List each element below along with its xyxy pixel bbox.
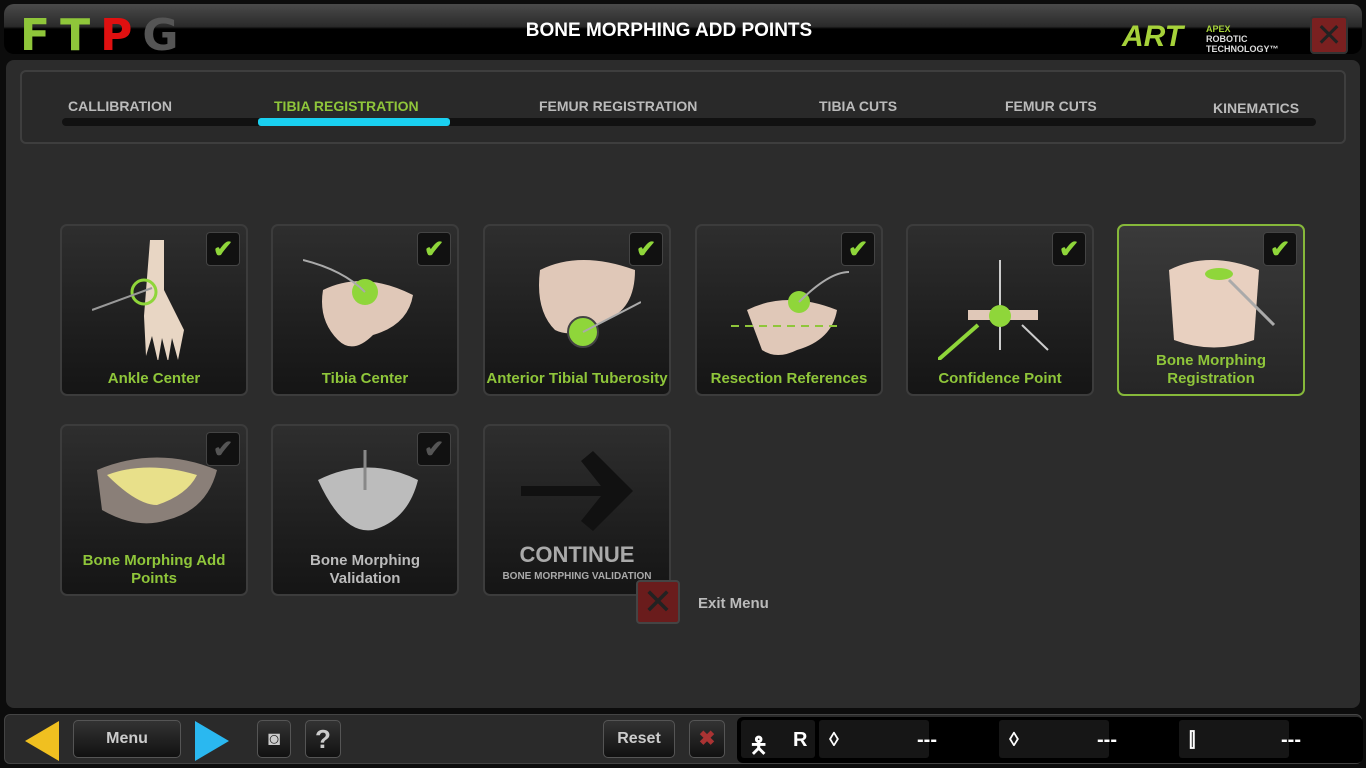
checkmark-icon: ✔ <box>1263 232 1297 266</box>
tab-callibration[interactable]: CALLIBRATION <box>68 98 172 114</box>
card-label: Bone Morphing Registration <box>1156 352 1266 387</box>
card-bone-morphing-add-points[interactable]: ✔ Bone Morphing Add Points <box>60 424 248 596</box>
checkmark-icon: ✔ <box>206 432 240 466</box>
checkmark-icon: ✔ <box>417 432 451 466</box>
arrow-right-icon <box>521 451 633 531</box>
knee-icon: ◊ <box>829 729 839 751</box>
femur-value: --- <box>1097 729 1117 751</box>
checkmark-icon: ✔ <box>206 232 240 266</box>
card-label: Bone Morphing Add Points <box>82 552 226 587</box>
card-bone-morphing-registration[interactable]: ✔ Bone Morphing Registration <box>1117 224 1305 396</box>
tracker-status-button[interactable]: ✖ <box>689 720 725 758</box>
menu-button[interactable]: Menu <box>73 720 181 758</box>
continue-button[interactable]: CONTINUE BONE MORPHING VALIDATION <box>483 424 671 596</box>
tab-femur-cuts[interactable]: FEMUR CUTS <box>1005 98 1097 114</box>
card-label: Resection References <box>710 370 868 387</box>
bone-add-points-icon <box>97 457 217 524</box>
card-bone-morphing-validation[interactable]: ✔ Bone Morphing Validation <box>271 424 459 596</box>
status-panel: 🯅 R ◊ --- ◊ --- ⫿ --- <box>737 717 1363 763</box>
back-arrow-icon[interactable] <box>25 721 61 761</box>
tibia-bone-icon <box>303 259 413 347</box>
ruler-probe-icon: ⫿ <box>1189 729 1196 751</box>
resection-bone-icon <box>727 271 850 355</box>
progress-track <box>62 118 1316 126</box>
tab-femur-registration[interactable]: FEMUR REGISTRATION <box>539 98 697 114</box>
workflow-tabs: CALLIBRATION TIBIA REGISTRATION FEMUR RE… <box>20 70 1346 144</box>
confidence-point-icon <box>938 260 1049 360</box>
tibia-tuberosity-icon <box>539 260 641 348</box>
bone-morphing-icon <box>1169 260 1275 348</box>
reset-button[interactable]: Reset <box>603 720 675 758</box>
close-button[interactable]: ✕ <box>1310 16 1348 54</box>
close-x-icon: ✕ <box>642 581 674 622</box>
close-x-icon: ✕ <box>1315 17 1343 53</box>
card-anterior-tibial-tuberosity[interactable]: ✔ Anterior Tibial Tuberosity <box>483 224 671 396</box>
tab-tibia-registration[interactable]: TIBIA REGISTRATION <box>274 98 419 114</box>
card-label: Ankle Center <box>107 370 201 387</box>
progress-fill <box>258 118 450 126</box>
camera-button[interactable]: ◙ <box>257 720 291 758</box>
tool-box <box>1179 720 1289 758</box>
side-value: R <box>793 729 808 751</box>
checkmark-icon: ✔ <box>629 232 663 266</box>
help-button[interactable]: ? <box>305 720 341 758</box>
title-bar: FTPG BONE MORPHING ADD POINTS ART APEX RO… <box>4 4 1362 61</box>
brand-main: ART <box>1122 20 1184 53</box>
help-icon: ? <box>315 724 331 754</box>
forward-arrow-icon[interactable] <box>193 721 229 761</box>
checkmark-icon: ✔ <box>841 232 875 266</box>
card-resection-references[interactable]: ✔ Resection References <box>695 224 883 396</box>
femur-icon: ◊ <box>1009 729 1019 751</box>
card-confidence-point[interactable]: ✔ Confidence Point <box>906 224 1094 396</box>
checkmark-icon: ✔ <box>1052 232 1086 266</box>
card-ankle-center[interactable]: ✔ Ankle Center <box>60 224 248 396</box>
tab-kinematics[interactable]: KINEMATICS <box>1213 100 1299 116</box>
exit-menu-label[interactable]: Exit Menu <box>698 595 769 612</box>
camera-icon: ◙ <box>267 728 281 750</box>
brand-logo: ART APEX ROBOTIC TECHNOLOGY™ <box>1122 14 1292 54</box>
tab-tibia-cuts[interactable]: TIBIA CUTS <box>819 98 897 114</box>
card-label: Bone Morphing Validation <box>310 552 420 587</box>
brand-sub: APEX ROBOTIC TECHNOLOGY™ <box>1206 24 1279 54</box>
card-label: Anterior Tibial Tuberosity <box>486 370 668 387</box>
bone-validation-icon <box>318 450 418 531</box>
tool-value: --- <box>1281 729 1301 751</box>
tracker-icon: ✖ <box>698 728 716 750</box>
checkmark-icon: ✔ <box>417 232 451 266</box>
card-label: Confidence Point <box>938 370 1062 387</box>
knee-value: --- <box>917 729 937 751</box>
continue-label: CONTINUE <box>519 542 635 567</box>
exit-menu-button[interactable]: ✕ <box>636 580 680 624</box>
person-icon: 🯅 <box>749 733 769 758</box>
bottom-toolbar: Menu ◙ ? Reset ✖ 🯅 R ◊ --- ◊ --- ⫿ --- <box>4 714 1363 764</box>
foot-bones-icon <box>92 240 184 360</box>
card-label: Tibia Center <box>321 370 409 387</box>
card-tibia-center[interactable]: ✔ Tibia Center <box>271 224 459 396</box>
